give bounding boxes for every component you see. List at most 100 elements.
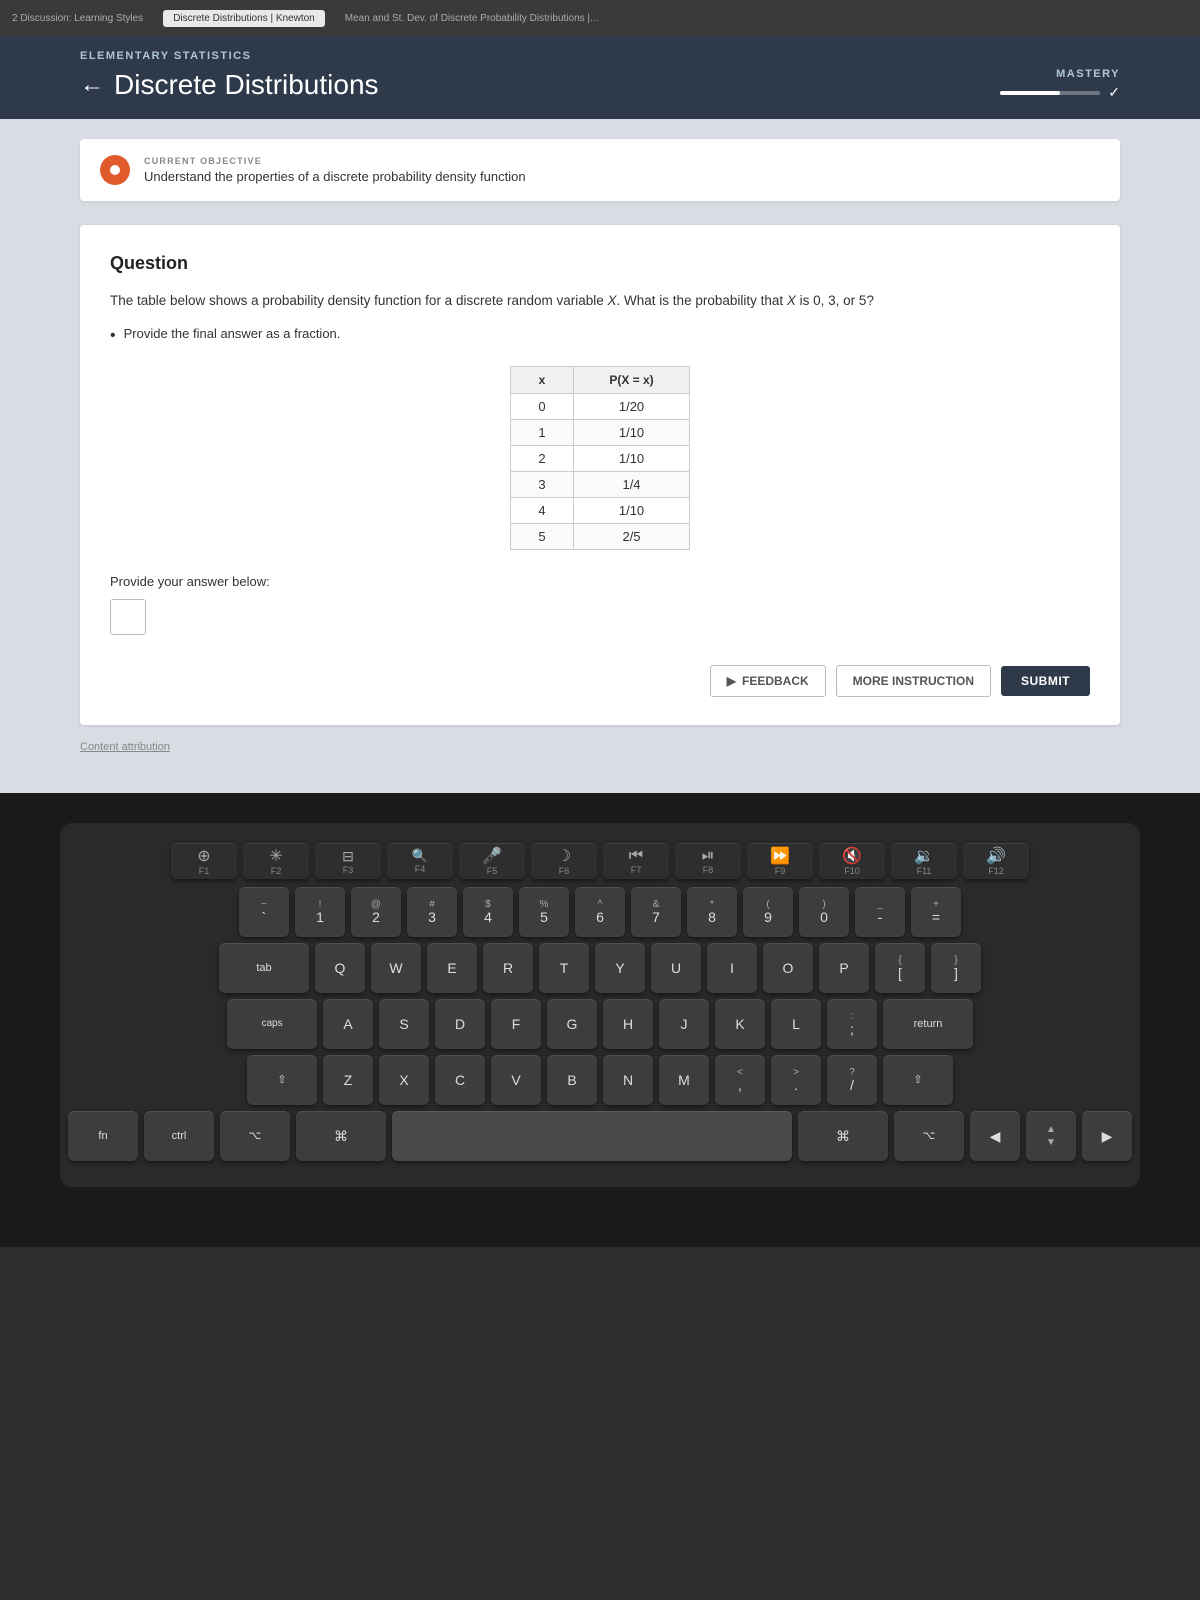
- key-q[interactable]: Q: [315, 943, 365, 993]
- key-j[interactable]: J: [659, 999, 709, 1049]
- table-cell: 2: [511, 446, 574, 472]
- tab-3[interactable]: Mean and St. Dev. of Discrete Probabilit…: [345, 13, 599, 24]
- key-i[interactable]: I: [707, 943, 757, 993]
- key-option[interactable]: ⌥: [220, 1111, 290, 1161]
- key-e[interactable]: E: [427, 943, 477, 993]
- key-option-right[interactable]: ⌥: [894, 1111, 964, 1161]
- key-r[interactable]: R: [483, 943, 533, 993]
- table-cell: 5: [511, 524, 574, 550]
- key-8[interactable]: *8: [687, 887, 737, 937]
- qwerty-row: tab Q W E R T Y U I O P {[ }]: [80, 943, 1120, 993]
- key-f3[interactable]: ⊟F3: [315, 843, 381, 879]
- key-cmd-left[interactable]: ⌘: [296, 1111, 386, 1161]
- back-button[interactable]: ←: [80, 71, 104, 99]
- key-shift-right[interactable]: ⇧: [883, 1055, 953, 1105]
- key-9[interactable]: (9: [743, 887, 793, 937]
- key-shift-left[interactable]: ⇧: [247, 1055, 317, 1105]
- key-right[interactable]: ▶: [1082, 1111, 1132, 1161]
- table-cell: 1: [511, 420, 574, 446]
- submit-button[interactable]: SUBMIT: [1001, 666, 1090, 696]
- bullet-text: Provide the final answer as a fraction.: [124, 326, 341, 341]
- key-minus[interactable]: _-: [855, 887, 905, 937]
- key-m[interactable]: M: [659, 1055, 709, 1105]
- key-f10[interactable]: 🔇F10: [819, 843, 885, 879]
- key-v[interactable]: V: [491, 1055, 541, 1105]
- key-slash[interactable]: ?/: [827, 1055, 877, 1105]
- table-cell: 1/20: [574, 394, 690, 420]
- key-f7[interactable]: ⏮F7: [603, 843, 669, 879]
- key-f8[interactable]: ⏯F8: [675, 843, 741, 879]
- key-h[interactable]: H: [603, 999, 653, 1049]
- key-b[interactable]: B: [547, 1055, 597, 1105]
- key-tab[interactable]: tab: [219, 943, 309, 993]
- key-cmd-right[interactable]: ⌘: [798, 1111, 888, 1161]
- key-g[interactable]: G: [547, 999, 597, 1049]
- key-tilde[interactable]: ~`: [239, 887, 289, 937]
- objective-description: Understand the properties of a discrete …: [144, 169, 526, 184]
- key-f5[interactable]: 🎤F5: [459, 843, 525, 879]
- key-6[interactable]: ^6: [575, 887, 625, 937]
- key-semicolon[interactable]: :;: [827, 999, 877, 1049]
- asdf-row: caps A S D F G H J K L :; return: [80, 999, 1120, 1049]
- key-a[interactable]: A: [323, 999, 373, 1049]
- key-l[interactable]: L: [771, 999, 821, 1049]
- key-rbracket[interactable]: }]: [931, 943, 981, 993]
- key-p[interactable]: P: [819, 943, 869, 993]
- more-instruction-button[interactable]: MORE INSTRUCTION: [836, 665, 991, 697]
- mastery-label: MASTERY: [1056, 68, 1120, 80]
- key-s[interactable]: S: [379, 999, 429, 1049]
- key-x[interactable]: X: [379, 1055, 429, 1105]
- button-row: ▶ FEEDBACK MORE INSTRUCTION SUBMIT: [110, 665, 1090, 697]
- key-4[interactable]: $4: [463, 887, 513, 937]
- key-o[interactable]: O: [763, 943, 813, 993]
- key-return[interactable]: return: [883, 999, 973, 1049]
- content-attribution[interactable]: Content attribution: [80, 741, 1120, 753]
- key-ctrl[interactable]: ctrl: [144, 1111, 214, 1161]
- key-5[interactable]: %5: [519, 887, 569, 937]
- key-equals[interactable]: +=: [911, 887, 961, 937]
- feedback-button[interactable]: ▶ FEEDBACK: [710, 665, 826, 697]
- key-k[interactable]: K: [715, 999, 765, 1049]
- key-comma[interactable]: <,: [715, 1055, 765, 1105]
- key-f12[interactable]: 🔊F12: [963, 843, 1029, 879]
- key-1[interactable]: !1: [295, 887, 345, 937]
- key-lbracket[interactable]: {[: [875, 943, 925, 993]
- key-f1[interactable]: ⊕F1: [171, 843, 237, 879]
- answer-label: Provide your answer below:: [110, 574, 1090, 589]
- tab-1[interactable]: 2 Discussion: Learning Styles: [12, 13, 143, 24]
- key-f6[interactable]: ☽F6: [531, 843, 597, 879]
- fn-row: ⊕F1 ✳F2 ⊟F3 🔍F4 🎤F5 ☽F6 ⏮F7 ⏯F8 ⏩F9 🔇F10…: [80, 843, 1120, 879]
- key-y[interactable]: Y: [595, 943, 645, 993]
- key-d[interactable]: D: [435, 999, 485, 1049]
- table-cell: 2/5: [574, 524, 690, 550]
- tab-2-active[interactable]: Discrete Distributions | Knewton: [163, 10, 325, 27]
- key-f9[interactable]: ⏩F9: [747, 843, 813, 879]
- answer-input[interactable]: [110, 599, 146, 635]
- key-fn[interactable]: fn: [68, 1111, 138, 1161]
- key-0[interactable]: )0: [799, 887, 849, 937]
- key-w[interactable]: W: [371, 943, 421, 993]
- key-t[interactable]: T: [539, 943, 589, 993]
- key-f11[interactable]: 🔉F11: [891, 843, 957, 879]
- key-f[interactable]: F: [491, 999, 541, 1049]
- key-f2[interactable]: ✳F2: [243, 843, 309, 879]
- key-left[interactable]: ◀: [970, 1111, 1020, 1161]
- question-text: The table below shows a probability dens…: [110, 290, 1090, 312]
- feedback-icon: ▶: [727, 674, 736, 688]
- key-z[interactable]: Z: [323, 1055, 373, 1105]
- key-n[interactable]: N: [603, 1055, 653, 1105]
- key-period[interactable]: >.: [771, 1055, 821, 1105]
- key-updown[interactable]: ▲ ▼: [1026, 1111, 1076, 1161]
- key-7[interactable]: &7: [631, 887, 681, 937]
- key-3[interactable]: #3: [407, 887, 457, 937]
- table-cell: 1/10: [574, 420, 690, 446]
- key-f4[interactable]: 🔍F4: [387, 843, 453, 879]
- key-capslock[interactable]: caps: [227, 999, 317, 1049]
- page-title: Discrete Distributions: [114, 69, 379, 101]
- objective-card: CURRENT OBJECTIVE Understand the propert…: [80, 139, 1120, 201]
- key-space[interactable]: [392, 1111, 792, 1161]
- key-2[interactable]: @2: [351, 887, 401, 937]
- key-u[interactable]: U: [651, 943, 701, 993]
- key-c[interactable]: C: [435, 1055, 485, 1105]
- keyboard-section: ⊕F1 ✳F2 ⊟F3 🔍F4 🎤F5 ☽F6 ⏮F7 ⏯F8 ⏩F9 🔇F10…: [0, 793, 1200, 1247]
